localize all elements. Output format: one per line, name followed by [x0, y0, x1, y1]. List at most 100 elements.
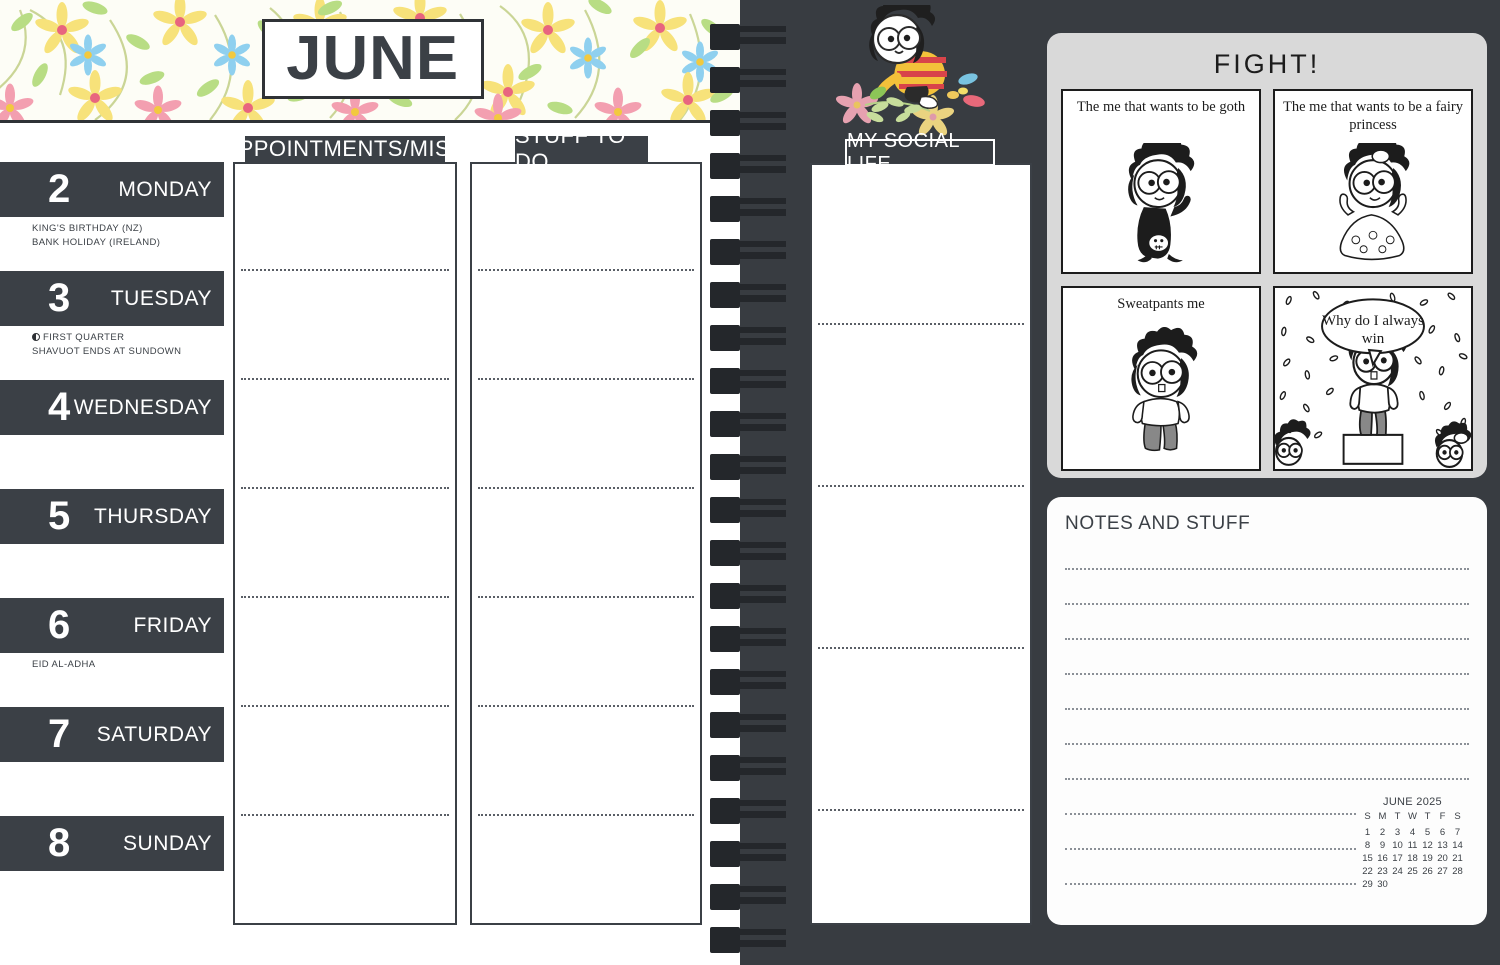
day-notes-area[interactable]: KING'S BIRTHDAY (NZ) BANK HOLIDAY (IRELAN… [0, 217, 224, 272]
write-line [241, 705, 449, 707]
write-line [478, 378, 694, 380]
spiral-coil-bar [734, 381, 786, 388]
day-name: WEDNESDAY [73, 395, 212, 419]
day-holiday-note: KING'S BIRTHDAY (NZ) [32, 223, 143, 234]
day-notes-area[interactable] [0, 544, 224, 599]
day-holiday-note: SHAVUOT ENDS AT SUNDOWN [32, 346, 182, 357]
day-notes-area[interactable] [0, 762, 224, 817]
page-title: JUNE [286, 24, 460, 93]
todo-write-area[interactable] [470, 162, 702, 925]
mini-calendar-table: SMTWTFS 1 2 3 4 5 6 7 8 9 10 11 12 13 14 15 16 17 18 19 20 2… [1360, 810, 1465, 891]
spiral-coil [710, 798, 788, 826]
spiral-coil-bar [734, 628, 786, 634]
mini-calendar-weekday: T [1394, 811, 1401, 822]
spiral-coil-bar [734, 370, 786, 376]
notes-title: NOTES AND STUFF [1065, 513, 1251, 534]
mini-calendar-day: 11 [1407, 840, 1418, 851]
day-header: 4 WEDNESDAY [0, 380, 224, 435]
write-line [478, 814, 694, 816]
spiral-coil-bar [734, 639, 786, 646]
spiral-coil [710, 669, 788, 697]
mini-calendar-day: 14 [1452, 840, 1463, 851]
spiral-coil-bar [734, 757, 786, 763]
spiral-coil-bar [734, 811, 786, 818]
spiral-coil-bar [734, 69, 786, 75]
mini-calendar-day: 17 [1392, 853, 1403, 864]
spiral-coil [710, 454, 788, 482]
write-line [478, 705, 694, 707]
spiral-coil [710, 626, 788, 654]
notes-line [1065, 568, 1469, 570]
notes-line [1065, 813, 1356, 815]
day-row: 7 SATURDAY [0, 707, 224, 817]
mini-calendar-weekday: T [1424, 811, 1431, 822]
day-header: 8 SUNDAY [0, 816, 224, 871]
write-line [241, 269, 449, 271]
day-number: 4 [48, 384, 71, 429]
mini-calendar-weekday: F [1439, 811, 1446, 822]
spiral-coil-bar [734, 542, 786, 548]
day-notes-area[interactable] [0, 871, 224, 926]
spiral-coil-bar [734, 123, 786, 130]
social-write-area[interactable] [810, 163, 1032, 925]
day-row: 4 WEDNESDAY [0, 380, 224, 490]
day-notes-area[interactable]: EID AL-ADHA [0, 653, 224, 708]
write-line [241, 596, 449, 598]
sarah-character-illustration [835, 5, 985, 136]
spiral-coil-bar [734, 682, 786, 689]
comic-panel-winner: Why do I always win [1273, 286, 1473, 471]
write-line [478, 487, 694, 489]
comic-grid: The me that wants to be goth The me that… [1061, 89, 1473, 471]
spiral-coil-bar [734, 800, 786, 806]
day-header: 7 SATURDAY [0, 707, 224, 762]
column-header-social: MY SOCIAL LIFE [845, 130, 995, 175]
mini-calendar-day: 16 [1377, 853, 1388, 864]
spiral-coil-bar [734, 112, 786, 118]
mini-calendar-title: JUNE 2025 [1383, 796, 1442, 808]
day-name: MONDAY [118, 177, 212, 201]
mini-calendar-day [1390, 878, 1405, 891]
spiral-coil [710, 282, 788, 310]
spiral-coil-bar [734, 209, 786, 216]
spiral-coil-bar [734, 714, 786, 720]
write-line [241, 378, 449, 380]
spiral-coil-bar [734, 854, 786, 861]
mini-calendar-day: 12 [1422, 840, 1433, 851]
comic-panel-sweatpants-caption: Sweatpants me [1117, 296, 1205, 312]
spiral-coil-bar [734, 843, 786, 849]
column-header-appointments: APPOINTMENTS/MISC [223, 136, 467, 162]
mini-calendar-week-row: 29 30 [1360, 878, 1465, 891]
write-line [478, 596, 694, 598]
spiral-coil-bar [734, 585, 786, 591]
spiral-coil [710, 927, 788, 955]
appointments-write-area[interactable] [233, 162, 457, 925]
notes-line [1065, 883, 1356, 885]
mini-calendar-day: 5 [1424, 827, 1431, 838]
day-row: 2 MONDAY KING'S BIRTHDAY (NZ) BANK HOLIDAY … [0, 162, 224, 272]
sweatpants-character-icon [1131, 327, 1198, 452]
write-line [818, 809, 1024, 811]
spiral-coil-bar [734, 467, 786, 474]
mini-calendar-day [1420, 878, 1435, 891]
day-notes-area[interactable] [0, 435, 224, 490]
goth-character-icon [1128, 143, 1195, 263]
mini-calendar-day: 13 [1437, 840, 1448, 851]
spiral-coil-bar [734, 241, 786, 247]
notes-card[interactable]: NOTES AND STUFF JUNE 2025 SMTWTFS 123456… [1047, 497, 1487, 925]
spiral-coil-bar [734, 424, 786, 431]
mini-calendar-weekday: W [1408, 811, 1417, 822]
day-row: 3 TUESDAY FIRST QUARTER SHAVUOT ENDS AT SUN… [0, 271, 224, 381]
spiral-coil-bar [734, 413, 786, 419]
spiral-coil-bar [734, 80, 786, 87]
spiral-coil-bar [734, 940, 786, 947]
spiral-coil-bar [734, 499, 786, 505]
day-notes-area[interactable]: FIRST QUARTER SHAVUOT ENDS AT SUNDOWN [0, 326, 224, 381]
mini-calendar-day: 29 [1362, 879, 1373, 890]
first-quarter-moon-icon [32, 333, 40, 341]
comic-panel-goth-caption: The me that wants to be goth [1076, 99, 1246, 115]
spiral-coil [710, 884, 788, 912]
spiral-coil [710, 411, 788, 439]
comic-panel-princess-caption: The me that wants to be a fairy princess [1283, 99, 1463, 133]
write-line [478, 269, 694, 271]
spiral-coil [710, 110, 788, 138]
